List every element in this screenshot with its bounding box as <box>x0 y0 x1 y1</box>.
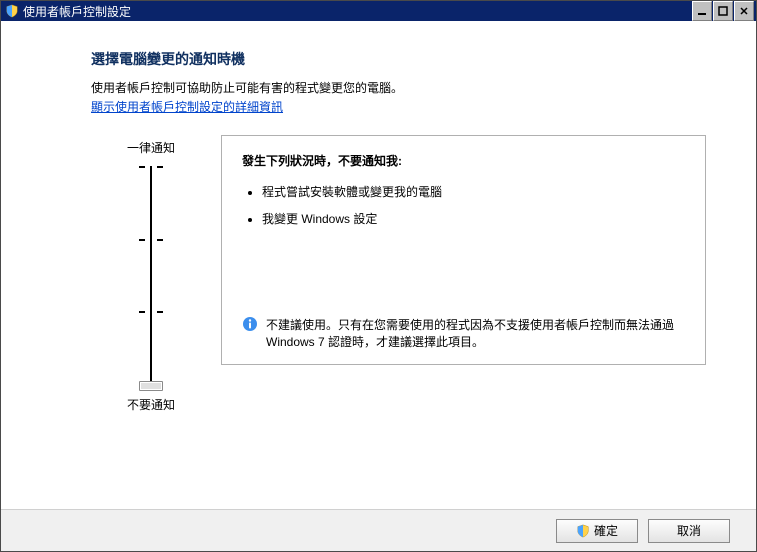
cancel-button[interactable]: 取消 <box>648 519 730 543</box>
slider-label-always: 一律通知 <box>127 139 175 156</box>
page-heading: 選擇電腦變更的通知時機 <box>91 49 716 69</box>
shield-icon <box>576 524 590 538</box>
window-title: 使用者帳戶控制設定 <box>23 3 691 20</box>
uac-settings-window: 使用者帳戶控制設定 選擇電腦變更的通知時機 使用者帳戶控制可協助防止可能有害的程… <box>0 0 757 552</box>
main-row: 一律通知 不要通知 發生下列狀況時，不要通知我: 程式嘗試安裝軟體或變更我的電腦… <box>91 135 716 417</box>
slider-label-never: 不要通知 <box>127 396 175 413</box>
panel-note: 不建議使用。只有在您需要使用的程式因為不支援使用者帳戶控制而無法通過 Windo… <box>242 316 685 350</box>
close-button[interactable] <box>734 1 754 21</box>
page-description: 使用者帳戶控制可協助防止可能有害的程式變更您的電腦。 <box>91 79 716 96</box>
info-icon <box>242 316 258 332</box>
panel-title: 發生下列狀況時，不要通知我: <box>242 152 685 169</box>
panel-note-text: 不建議使用。只有在您需要使用的程式因為不支援使用者帳戶控制而無法通過 Windo… <box>266 316 685 350</box>
slider-tick <box>139 311 163 313</box>
panel-bullet: 程式嘗試安裝軟體或變更我的電腦 <box>262 183 685 200</box>
slider-track <box>150 166 152 386</box>
slider-tick <box>139 166 163 168</box>
panel-bullet: 我變更 Windows 設定 <box>262 210 685 227</box>
cancel-button-label: 取消 <box>677 522 701 539</box>
slider-tick <box>139 239 163 241</box>
maximize-button[interactable] <box>713 1 733 21</box>
content-area: 選擇電腦變更的通知時機 使用者帳戶控制可協助防止可能有害的程式變更您的電腦。 顯… <box>1 21 756 509</box>
level-description-panel: 發生下列狀況時，不要通知我: 程式嘗試安裝軟體或變更我的電腦 我變更 Windo… <box>221 135 706 365</box>
button-bar: 確定 取消 <box>1 509 756 551</box>
more-info-link[interactable]: 顯示使用者帳戶控制設定的詳細資訊 <box>91 100 283 114</box>
shield-icon <box>5 4 19 18</box>
ok-button[interactable]: 確定 <box>556 519 638 543</box>
notification-level-slider[interactable] <box>126 166 176 386</box>
ok-button-label: 確定 <box>594 522 618 539</box>
titlebar: 使用者帳戶控制設定 <box>1 1 756 21</box>
slider-column: 一律通知 不要通知 <box>91 135 211 417</box>
panel-bullet-list: 程式嘗試安裝軟體或變更我的電腦 我變更 Windows 設定 <box>262 183 685 237</box>
slider-thumb[interactable] <box>139 381 163 391</box>
window-controls <box>691 1 756 21</box>
minimize-button[interactable] <box>692 1 712 21</box>
